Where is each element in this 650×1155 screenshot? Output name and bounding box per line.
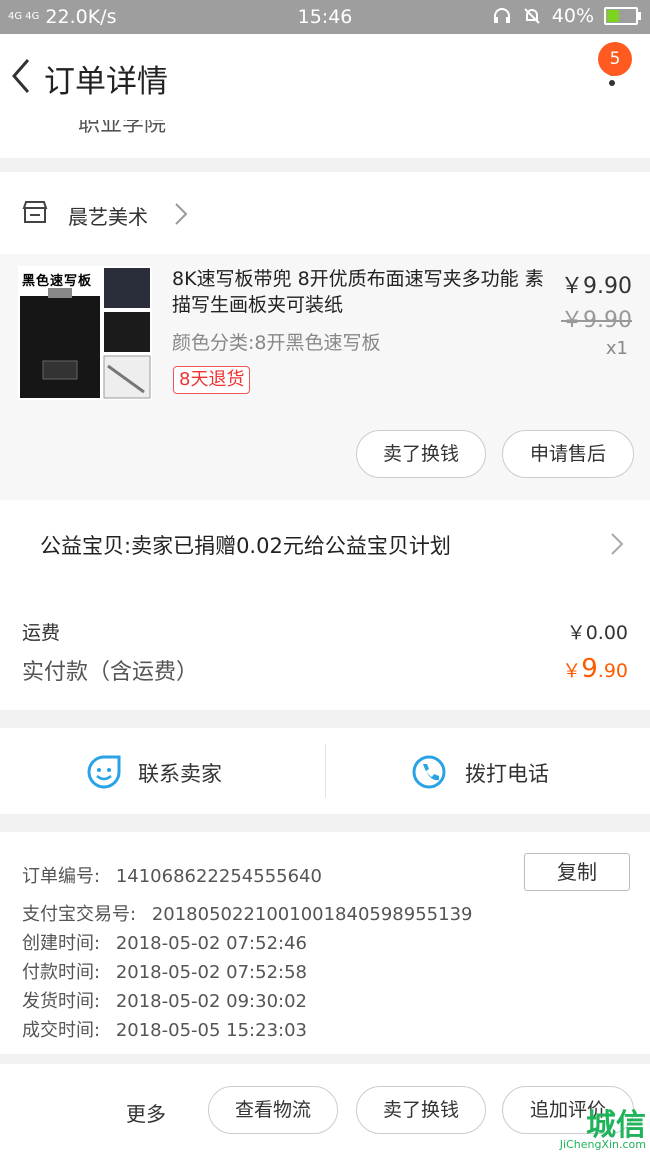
paid-time: 2018-05-02 07:52:58 [115,962,307,983]
order-number-row: 订单编号: 141068622254555640 [22,862,322,888]
view-logistics-button[interactable]: 查看物流 [208,1086,338,1134]
call-phone-label: 拨打电话 [465,762,549,786]
notification-badge: 5 [598,42,632,76]
alipay-number: 2018050221001001840598955139 [151,904,473,925]
product-quantity: x1 [605,338,628,359]
chevron-right-icon [175,203,188,225]
thumb-caption: 黑色速写板 [22,274,93,289]
done-label: 成交时间: [22,1020,101,1041]
bell-muted-icon [524,8,540,24]
paid-amount-label: 实付款（含运费） [22,660,199,685]
charity-text: 公益宝贝:卖家已捐赠0.02元给公益宝贝计划 [40,534,451,558]
watermark-url: JiChengXin.com [559,1138,646,1151]
watermark-logo: 城信 JiChengXin.com [560,1100,646,1151]
sell-for-cash-bottom-button[interactable]: 卖了换钱 [356,1086,486,1134]
shipping-label: 运费 [22,622,61,644]
contact-seller-label: 联系卖家 [138,762,222,786]
sell-for-cash-button[interactable]: 卖了换钱 [356,430,486,478]
phone-icon [412,755,446,789]
order-info: 订单编号: 141068622254555640 复制 支付宝交易号: 2018… [0,832,650,1054]
shipping-value: ￥0.00 [566,622,628,644]
shipped-row: 发货时间: 2018-05-02 09:30:02 [22,987,307,1013]
contact-seller-button[interactable]: 联系卖家 [0,728,325,814]
copy-button[interactable]: 复制 [524,853,630,891]
back-arrow-icon[interactable] [6,54,42,98]
created-time: 2018-05-02 07:52:46 [115,933,307,954]
battery-icon [604,7,641,25]
order-number: 141068622254555640 [115,866,322,887]
contact-bar: 联系卖家 拨打电话 [0,728,650,814]
paid-integer: 9 [581,654,598,684]
alipay-label: 支付宝交易号: [22,904,137,925]
done-row: 成交时间: 2018-05-05 15:23:03 [22,1016,307,1042]
nav-bar: 订单详情 5 [0,34,650,120]
paid-amount: ￥9.90 [562,654,628,684]
product-title[interactable]: 8K速写板带兜 8开优质布面速写夹多功能 素描写生画板夹可装纸 [172,266,544,318]
page-title: 订单详情 [44,64,168,100]
request-after-sale-button[interactable]: 申请售后 [502,430,634,478]
created-label: 创建时间: [22,933,101,954]
status-bar: 4G 4G 22.0K/s 15:46 40% [0,0,650,34]
chat-face-icon [87,755,121,789]
order-item[interactable]: 黑色速写板 8K速写板带兜 8开优质布面速写夹多功能 素描写生画板夹可装纸 颜色… [0,254,650,500]
more-button[interactable]: 更多 [126,1098,166,1127]
call-phone-button[interactable]: 拨打电话 [325,728,650,814]
battery-percent: 40% [551,5,594,27]
shipped-label: 发货时间: [22,991,101,1012]
chevron-right-icon [611,533,624,555]
original-price: ￥9.90 [561,308,632,333]
headset-icon [493,8,510,23]
store-icon [22,201,48,223]
shipped-time: 2018-05-02 09:30:02 [115,991,307,1012]
product-price: ￥9.90 [561,274,632,299]
created-row: 创建时间: 2018-05-02 07:52:46 [22,929,307,955]
bottom-action-bar: 更多 查看物流 卖了换钱 追加评价 [0,1064,650,1155]
order-number-label: 订单编号: [22,866,101,887]
cost-summary: 运费 ￥0.00 实付款（含运费） ￥9.90 [0,588,650,710]
shop-row[interactable]: 晨艺美术 [0,172,650,254]
product-sku: 颜色分类:8开黑色速写板 [172,332,381,354]
alipay-row: 支付宝交易号: 2018050221001001840598955139 [22,900,472,926]
done-time: 2018-05-05 15:23:03 [115,1020,307,1041]
return-policy-tag: 8天退货 [173,366,251,394]
paid-row: 付款时间: 2018-05-02 07:52:58 [22,958,307,984]
charity-row[interactable]: 公益宝贝:卖家已捐赠0.02元给公益宝贝计划 [0,500,650,588]
shop-name: 晨艺美术 [68,205,148,229]
paid-decimal: .90 [597,660,628,682]
address-text: 职业学院 [78,120,167,137]
paid-currency: ￥ [562,660,582,682]
address-section: 职业学院 [0,120,650,158]
product-thumbnail[interactable]: 黑色速写板 [18,266,152,400]
paid-label: 付款时间: [22,962,101,983]
